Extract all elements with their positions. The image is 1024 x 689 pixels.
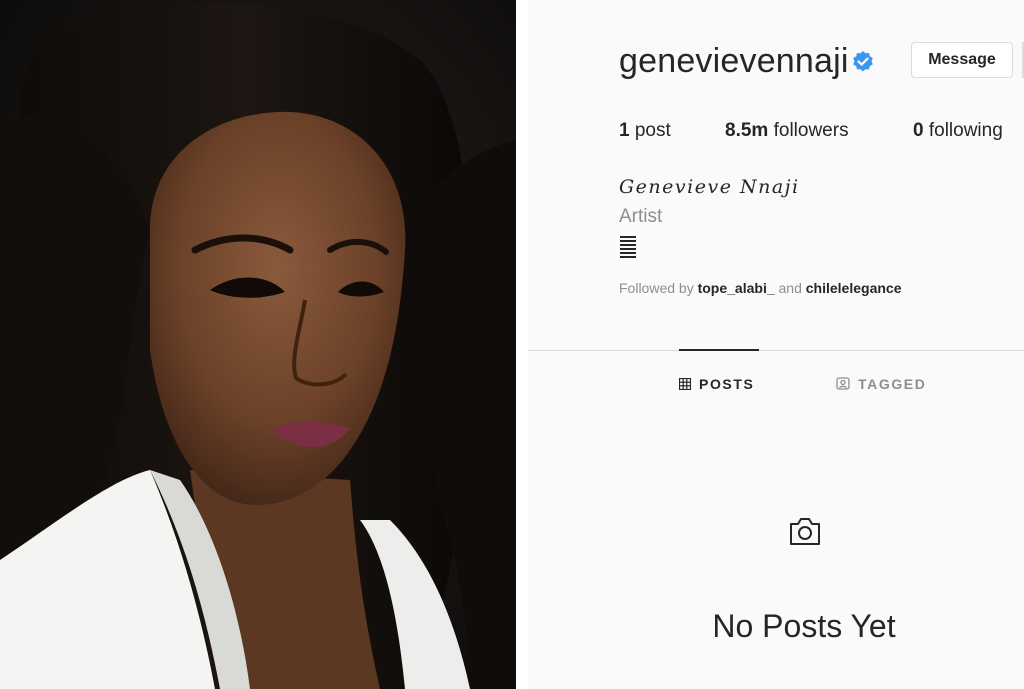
- profile-full-name: Genevieve Nnaji: [619, 176, 800, 198]
- posts-label: post: [634, 120, 671, 141]
- followed-by-line: Followed by tope_alabi_ and chilelelegan…: [619, 280, 901, 296]
- message-button[interactable]: Message: [911, 42, 1013, 78]
- bio-symbol-icon: [620, 236, 636, 260]
- followed-by-user-2[interactable]: chilelelegance: [806, 280, 902, 296]
- profile-photo: [0, 0, 516, 689]
- following-label: following: [928, 120, 1003, 141]
- following-count: 0: [913, 120, 924, 141]
- tab-tagged-label: TAGGED: [858, 376, 927, 392]
- profile-username: genevievennaji: [619, 42, 849, 80]
- stat-followers[interactable]: 8.5m followers: [725, 120, 849, 142]
- empty-state-title: No Posts Yet: [712, 608, 896, 644]
- verified-badge-icon: [853, 51, 873, 72]
- followed-by-joiner: and: [778, 280, 802, 296]
- tab-tagged[interactable]: TAGGED: [836, 376, 926, 392]
- followed-by-user-1[interactable]: tope_alabi_: [698, 280, 775, 296]
- tab-posts-label: POSTS: [699, 376, 755, 392]
- camera-icon: [790, 518, 820, 545]
- posts-count: 1: [619, 120, 630, 141]
- profile-category: Artist: [619, 206, 663, 227]
- stat-posts: 1 post: [619, 120, 671, 142]
- grid-icon: [678, 377, 692, 391]
- followed-by-prefix: Followed by: [619, 280, 694, 296]
- followers-count: 8.5m: [725, 120, 769, 141]
- tag-person-icon: [836, 377, 850, 390]
- followers-label: followers: [773, 120, 849, 141]
- profile-panel: genevievennaji Message 1 post 8.5m follo…: [528, 0, 1024, 689]
- tab-posts[interactable]: POSTS: [678, 376, 755, 392]
- active-tab-indicator: [679, 349, 759, 351]
- tabs-divider: [528, 350, 1024, 351]
- portrait-illustration: [0, 2, 516, 689]
- stat-following[interactable]: 0 following: [913, 120, 1003, 142]
